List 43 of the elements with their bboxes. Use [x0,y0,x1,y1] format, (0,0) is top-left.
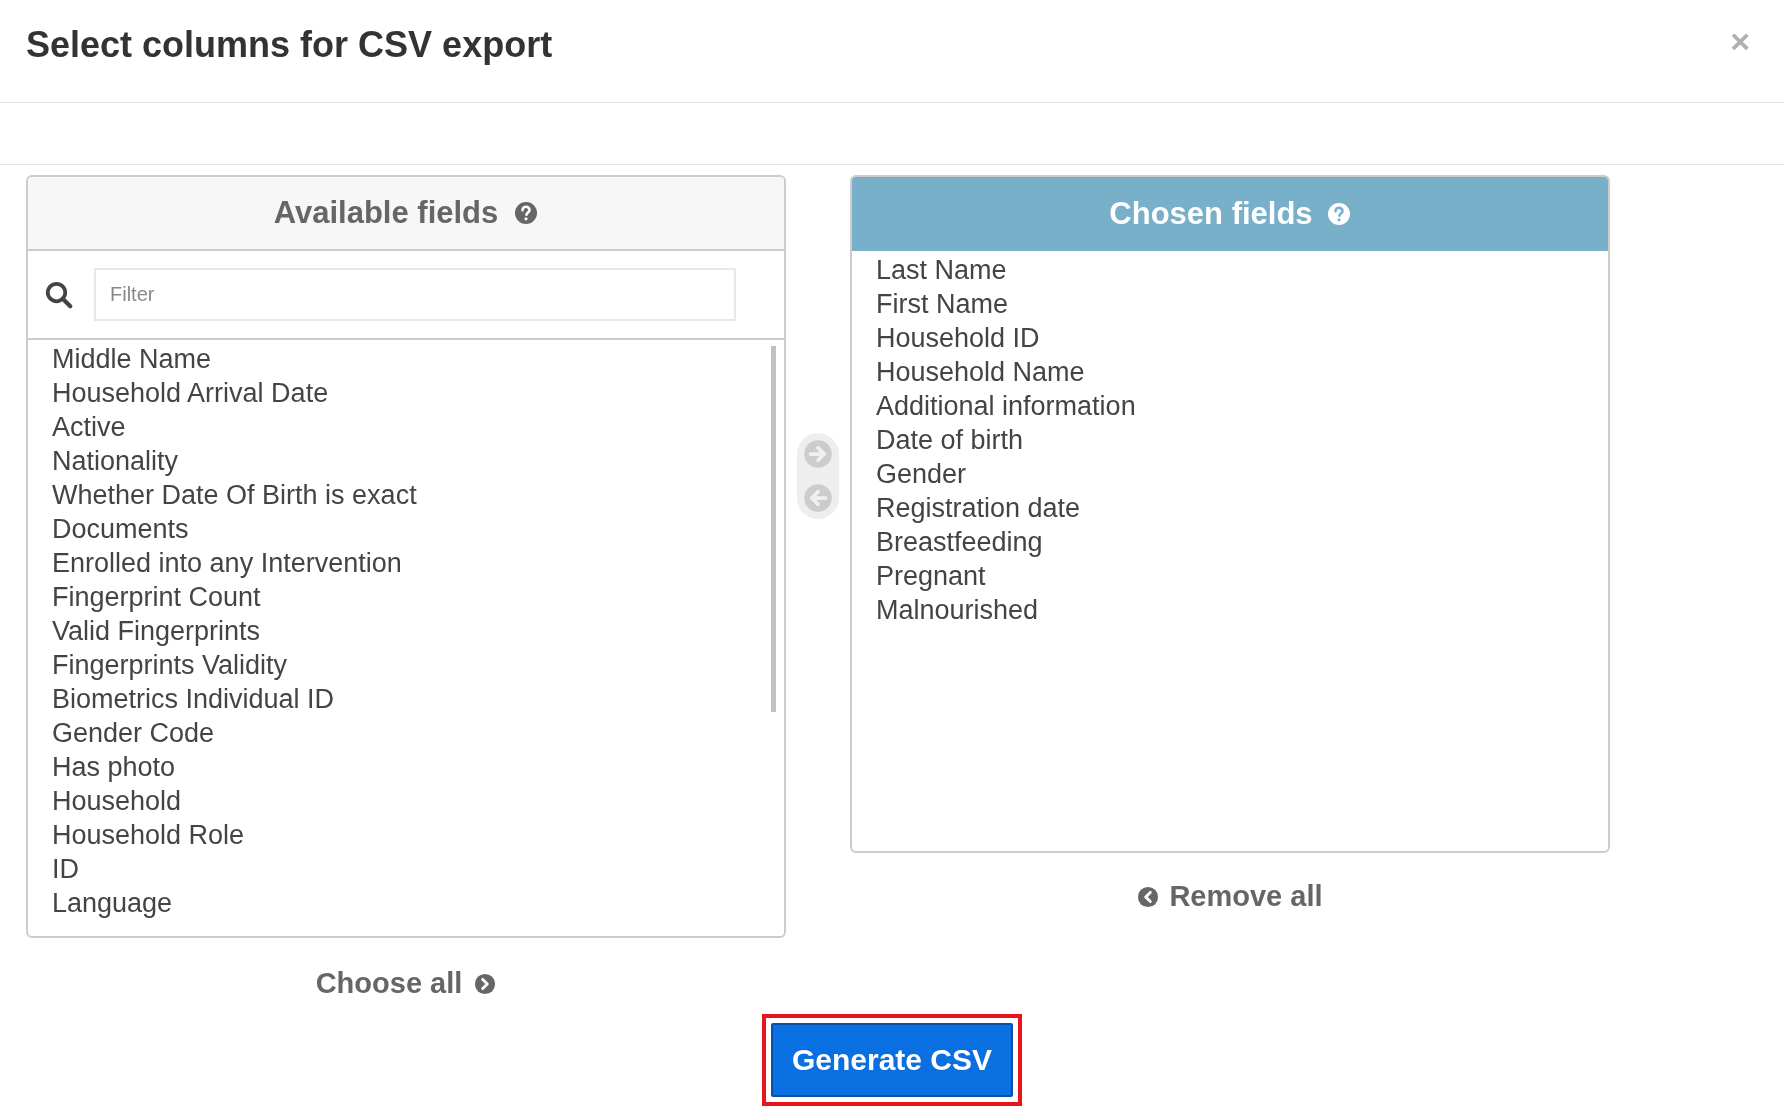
generate-csv-button[interactable]: Generate CSV [771,1022,1013,1097]
panel-title: Available fields [273,193,499,232]
chosen-field-item[interactable]: Gender [876,457,967,491]
choose-all-button[interactable]: Choose all [315,962,497,1006]
panel-title: Chosen fields [1109,194,1313,233]
chosen-field-item[interactable]: Last Name [876,253,1007,287]
chosen-field-item[interactable]: Household Name [876,355,1085,389]
chosen-field-item[interactable]: Date of birth [876,423,1024,457]
arrow-right-icon[interactable] [803,439,833,469]
available-field-item[interactable]: Household Arrival Date [52,376,329,410]
available-field-item[interactable]: Valid Fingerprints [52,614,261,648]
available-field-item[interactable]: Language [52,886,173,920]
available-field-item[interactable]: Fingerprint Count [52,580,261,614]
available-field-item[interactable]: Biometrics Individual ID [52,682,335,716]
chosen-field-item[interactable]: Additional information [876,389,1136,423]
chosen-field-item[interactable]: Pregnant [876,559,986,593]
available-field-item[interactable]: ID [52,852,79,886]
available-field-item[interactable]: Nationality [52,444,179,478]
dialog-title: Select columns for CSV export [26,23,553,67]
remove-all-button[interactable]: Remove all [1137,875,1323,919]
available-field-item[interactable]: Household [52,784,182,818]
chosen-field-item[interactable]: First Name [876,287,1008,321]
available-field-item[interactable]: Middle Name [52,342,212,376]
available-field-item[interactable]: Documents [52,512,189,546]
available-field-item[interactable]: Has photo [52,750,176,784]
chevron-left-icon [1137,885,1160,908]
arrow-left-icon[interactable] [803,483,833,513]
help-icon [514,201,539,225]
chosen-field-item[interactable]: Registration date [876,491,1081,525]
help-icon [1326,202,1351,226]
available-field-item[interactable]: Fingerprints Validity [52,648,288,682]
available-field-item[interactable]: Household Role [52,818,245,852]
filter-field[interactable]: Filter [94,268,736,321]
chevron-right-icon [474,972,497,995]
available-field-item[interactable]: Whether Date Of Birth is exact [52,478,417,512]
chosen-field-item[interactable]: Breastfeeding [876,525,1043,559]
search-icon [44,279,74,310]
chosen-field-item[interactable]: Malnourished [876,593,1039,627]
scrollbar[interactable] [771,346,776,712]
available-field-item[interactable]: Gender Code [52,716,215,750]
available-field-item[interactable]: Active [52,410,126,444]
available-field-item[interactable]: Enrolled into any Intervention [52,546,402,580]
chosen-field-item[interactable]: Household ID [876,321,1040,355]
